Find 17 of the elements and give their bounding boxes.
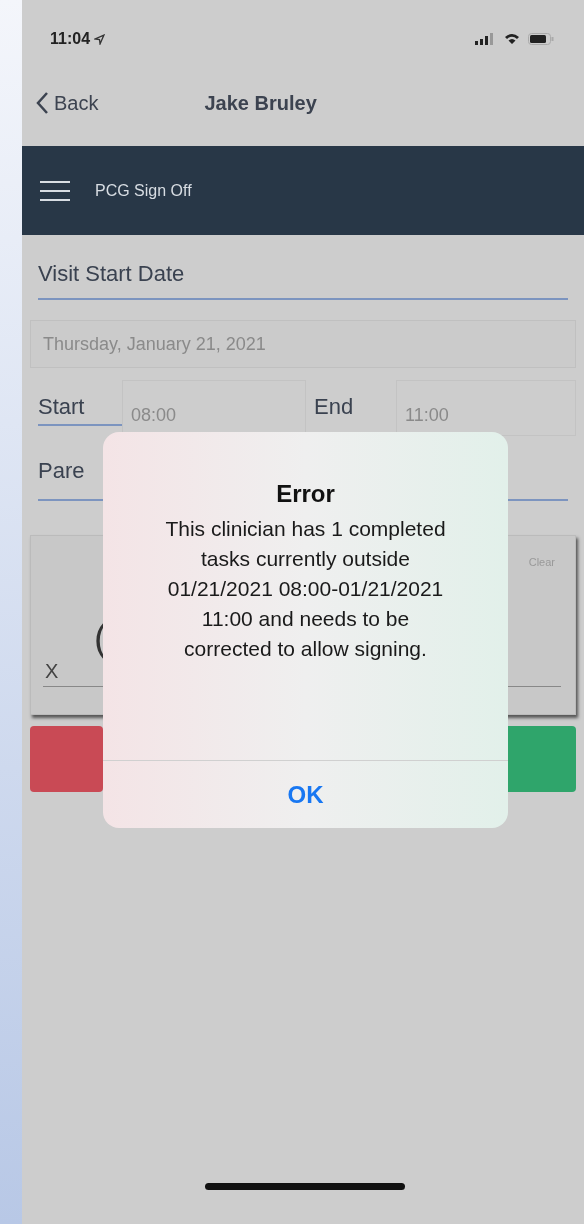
- date-field[interactable]: Thursday, January 21, 2021: [30, 320, 576, 368]
- location-arrow-icon: [94, 33, 106, 45]
- status-time: 11:04: [50, 29, 91, 49]
- field-label: End: [313, 393, 355, 421]
- nav-title: Jake Bruley: [204, 91, 317, 116]
- field-label: Visit Start Date: [38, 257, 568, 300]
- back-button[interactable]: Back: [36, 88, 99, 118]
- alert-message: This clinician has 1 completed tasks currently outside 01/21/2021 08:00-01/21/2021 11:00 and needs to be corrected to allow signing.: [164, 516, 447, 662]
- signature-x: X: [45, 659, 59, 684]
- field-label: Start: [38, 380, 122, 426]
- menu-icon[interactable]: [39, 178, 71, 203]
- ok-button[interactable]: OK: [103, 760, 508, 828]
- chevron-left-icon: [36, 91, 50, 115]
- battery-icon: [528, 33, 554, 45]
- wifi-icon: [504, 33, 520, 45]
- header-title: PCG Sign Off: [95, 180, 192, 201]
- signal-icon: [474, 33, 496, 45]
